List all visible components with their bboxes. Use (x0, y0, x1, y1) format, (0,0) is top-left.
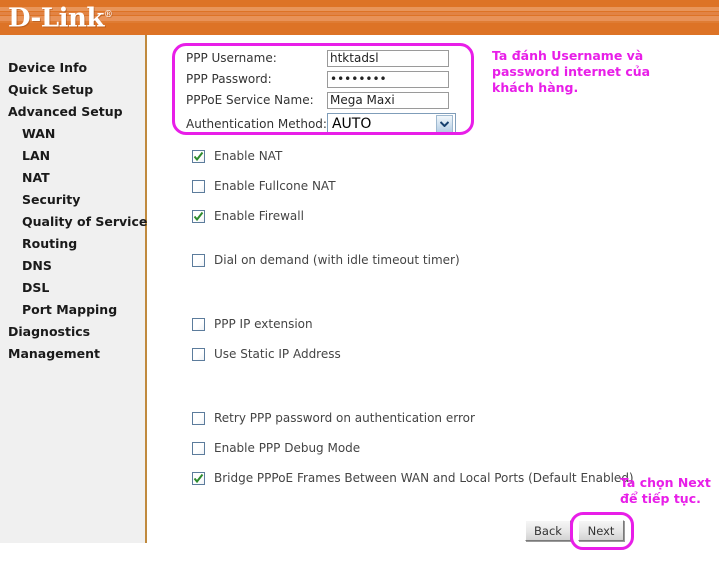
checkbox-label: Retry PPP password on authentication err… (214, 411, 475, 425)
checkbox-unchecked-icon[interactable] (192, 253, 205, 267)
checkbox-row[interactable]: Retry PPP password on authentication err… (192, 411, 475, 425)
checkbox-row[interactable]: Enable NAT (192, 149, 282, 163)
sidebar-item-quality-of-service[interactable]: Quality of Service (0, 211, 147, 233)
pppoe-service-name-label: PPPoE Service Name: (186, 93, 314, 107)
checkbox-label: Enable PPP Debug Mode (214, 441, 361, 455)
sidebar-item-management[interactable]: Management (0, 343, 145, 365)
ppp-username-label: PPP Username: (186, 51, 277, 65)
authentication-method-row: Authentication Method: AUTO (186, 112, 456, 136)
sidebar-item-advanced-setup[interactable]: Advanced Setup (0, 101, 145, 123)
sidebar-item-dsl[interactable]: DSL (0, 277, 145, 299)
authentication-method-label: Authentication Method: (186, 117, 327, 131)
sidebar-item-routing[interactable]: Routing (0, 233, 145, 255)
checkbox-label: Use Static IP Address (214, 347, 341, 361)
checkbox-row[interactable]: Use Static IP Address (192, 347, 341, 361)
sidebar-item-quick-setup[interactable]: Quick Setup (0, 79, 145, 101)
checkbox-label: Enable Fullcone NAT (214, 179, 336, 193)
sidebar-item-security[interactable]: Security (0, 189, 145, 211)
checkbox-label: Bridge PPPoE Frames Between WAN and Loca… (214, 471, 634, 485)
checkbox-label: PPP IP extension (214, 317, 313, 331)
registered-mark-icon: ® (103, 10, 113, 20)
checkbox-unchecked-icon[interactable] (192, 179, 205, 193)
sidebar-item-nat[interactable]: NAT (0, 167, 145, 189)
checkbox-row[interactable]: Enable PPP Debug Mode (192, 441, 360, 455)
checkbox-unchecked-icon[interactable] (192, 411, 205, 425)
annotation-next-button: Ta chọn Next để tiếp tục. (620, 475, 711, 506)
dlink-logo: D-Link® (8, 1, 113, 34)
checkbox-checked-icon[interactable] (192, 471, 205, 485)
sidebar-item-wan[interactable]: WAN (0, 123, 145, 145)
pppoe-service-name-row: PPPoE Service Name: (186, 90, 456, 110)
checkbox-unchecked-icon[interactable] (192, 317, 205, 331)
checkbox-row[interactable]: PPP IP extension (192, 317, 313, 331)
ppp-password-row: PPP Password: (186, 69, 456, 89)
ppp-settings-form: PPP Username: PPP Password: PPPoE Servic… (186, 48, 456, 137)
checkbox-unchecked-icon[interactable] (192, 441, 205, 455)
authentication-method-value: AUTO (331, 116, 372, 132)
checkbox-row[interactable]: Enable Firewall (192, 209, 304, 223)
authentication-method-select[interactable]: AUTO (326, 113, 456, 135)
ppp-password-input[interactable] (327, 70, 449, 88)
checkbox-label: Dial on demand (with idle timeout timer) (214, 253, 460, 267)
checkbox-row[interactable]: Bridge PPPoE Frames Between WAN and Loca… (192, 471, 634, 485)
next-button[interactable]: Next (578, 520, 624, 541)
checkbox-label: Enable NAT (214, 149, 283, 163)
sidebar-item-lan[interactable]: LAN (0, 145, 145, 167)
header-banner: D-Link® (0, 0, 719, 35)
annotation-credentials: Ta đánh Username và password internet củ… (492, 48, 651, 95)
checkbox-unchecked-icon[interactable] (192, 347, 205, 361)
checkbox-checked-icon[interactable] (192, 149, 205, 163)
checkbox-row[interactable]: Enable Fullcone NAT (192, 179, 336, 193)
ppp-username-input[interactable] (327, 49, 449, 67)
ppp-password-label: PPP Password: (186, 72, 272, 86)
checkbox-checked-icon[interactable] (192, 209, 205, 223)
checkbox-row[interactable]: Dial on demand (with idle timeout timer) (192, 253, 460, 267)
sidebar-item-diagnostics[interactable]: Diagnostics (0, 321, 145, 343)
sidebar-nav: Device Info Quick Setup Advanced Setup WAN L… (0, 35, 147, 365)
pppoe-service-name-input[interactable] (327, 91, 449, 109)
ppp-username-row: PPP Username: (186, 48, 456, 68)
dlink-logo-text: D-Link (8, 3, 104, 34)
back-button[interactable]: Back (525, 520, 571, 541)
sidebar-item-device-info[interactable]: Device Info (0, 57, 145, 79)
chevron-down-icon[interactable] (436, 115, 453, 133)
sidebar-item-port-mapping[interactable]: Port Mapping (0, 299, 145, 321)
checkbox-label: Enable Firewall (214, 209, 304, 223)
sidebar: Device Info Quick Setup Advanced Setup WAN L… (0, 35, 147, 543)
sidebar-item-dns[interactable]: DNS (0, 255, 145, 277)
